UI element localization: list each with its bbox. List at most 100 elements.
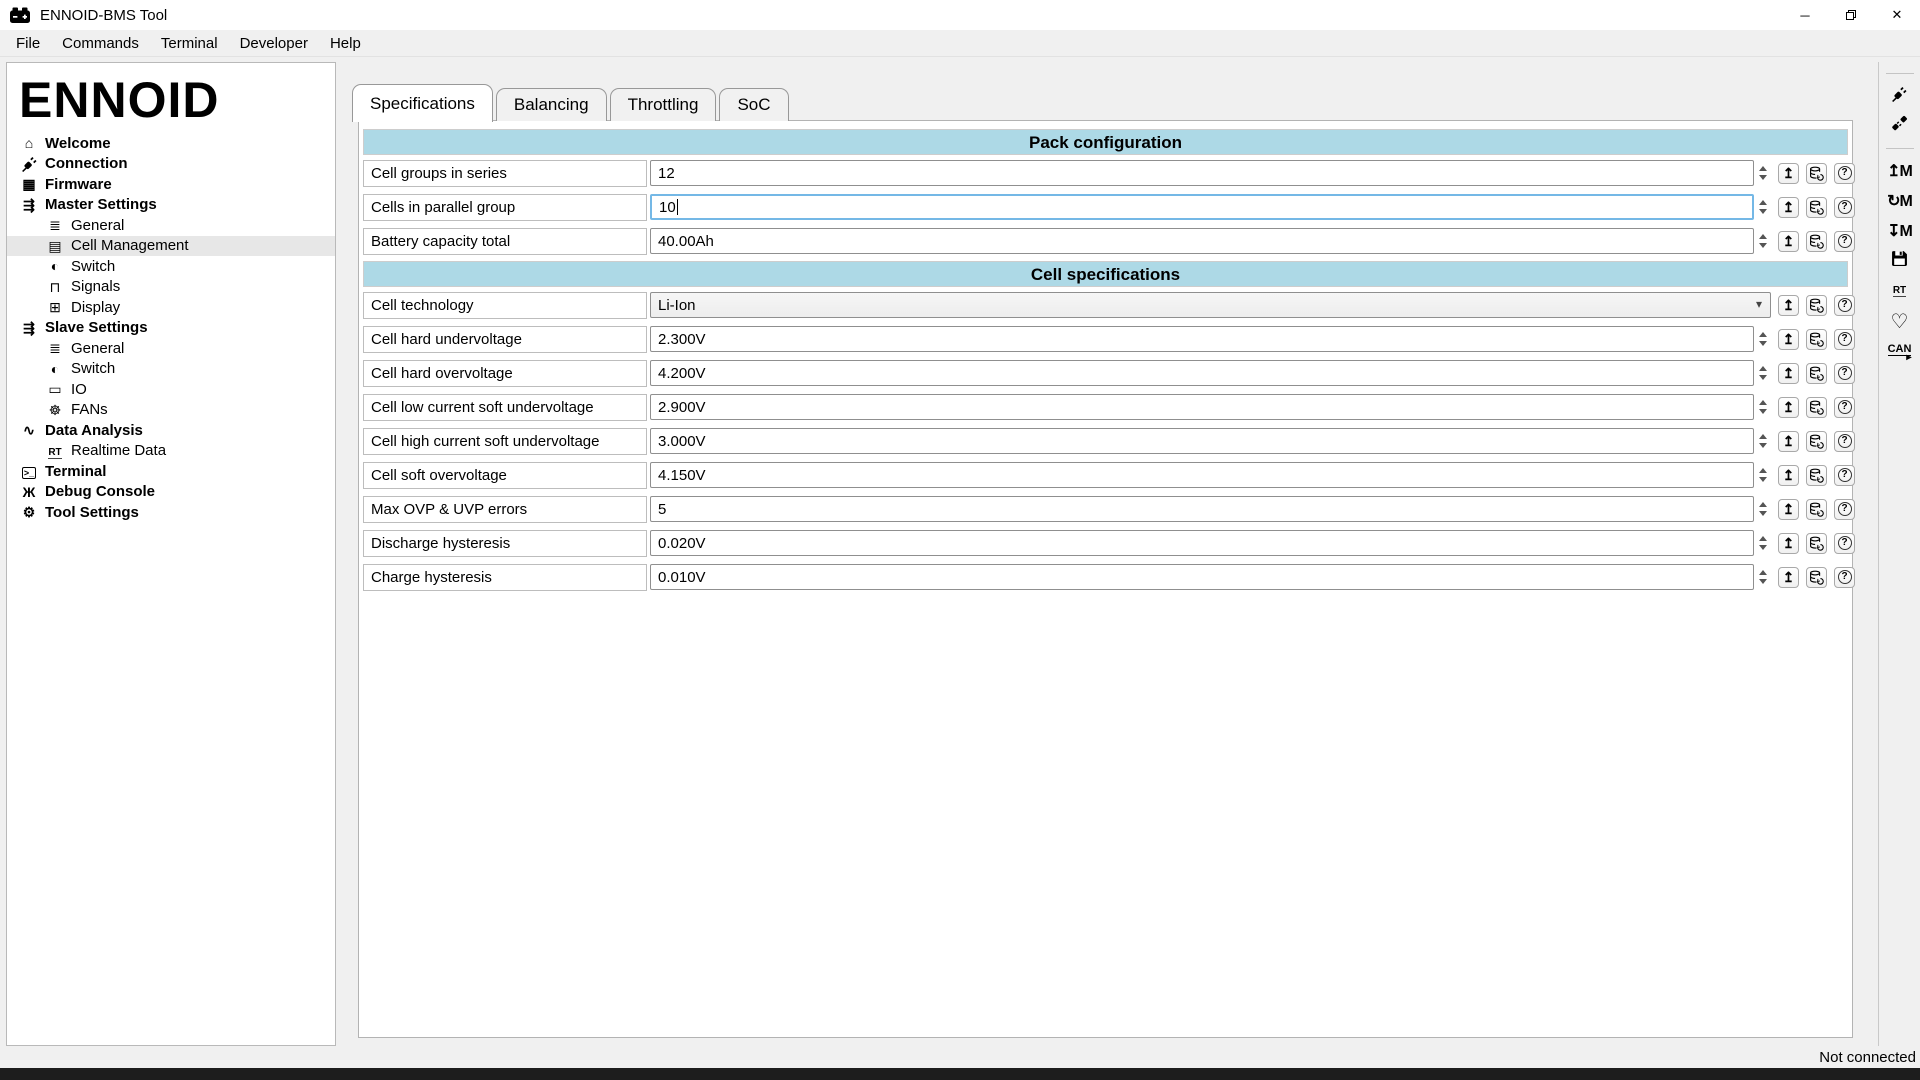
database-refresh-button[interactable] — [1806, 163, 1827, 184]
help-button[interactable]: ? — [1834, 499, 1855, 520]
help-button[interactable]: ? — [1834, 231, 1855, 252]
spin-up-icon[interactable] — [1759, 200, 1767, 205]
sidebar-item-switch[interactable]: ◐Switch — [7, 359, 335, 380]
spin-down-icon[interactable] — [1759, 409, 1767, 414]
database-refresh-button[interactable] — [1806, 363, 1827, 384]
tab-soc[interactable]: SoC — [719, 88, 788, 121]
sidebar-item-debug-console[interactable]: ЖDebug Console — [7, 482, 335, 503]
sidebar-item-connection[interactable]: Connection — [7, 154, 335, 175]
database-refresh-button[interactable] — [1806, 197, 1827, 218]
can-button[interactable]: CAN▸ — [1888, 336, 1912, 366]
minimize-button[interactable]: ─ — [1782, 0, 1828, 30]
spin-up-icon[interactable] — [1759, 400, 1767, 405]
spin-up-icon[interactable] — [1759, 234, 1767, 239]
spinbox-arrows[interactable] — [1754, 530, 1771, 556]
menu-item-file[interactable]: File — [5, 30, 51, 56]
spin-down-icon[interactable] — [1759, 511, 1767, 516]
sidebar-item-firmware[interactable]: ▦Firmware — [7, 174, 335, 195]
sidebar-item-realtime-data[interactable]: RTRealtime Data — [7, 441, 335, 462]
help-button[interactable]: ? — [1834, 431, 1855, 452]
upload-button[interactable]: ↥ — [1778, 567, 1799, 588]
spin-up-icon[interactable] — [1759, 166, 1767, 171]
spin-down-icon[interactable] — [1759, 175, 1767, 180]
spin-down-icon[interactable] — [1759, 477, 1767, 482]
spinbox-arrows[interactable] — [1754, 160, 1771, 186]
setting-input[interactable]: 4.200V — [650, 360, 1754, 386]
favorites-button[interactable]: ♡ — [1891, 306, 1909, 336]
help-button[interactable]: ? — [1834, 295, 1855, 316]
upload-button[interactable]: ↥ — [1778, 197, 1799, 218]
upload-button[interactable]: ↥ — [1778, 231, 1799, 252]
upload-button[interactable]: ↥ — [1778, 465, 1799, 486]
spin-down-icon[interactable] — [1759, 341, 1767, 346]
sidebar-item-data-analysis[interactable]: ∿Data Analysis — [7, 420, 335, 441]
spinbox-arrows[interactable] — [1754, 496, 1771, 522]
sidebar-item-fans[interactable]: ☸FANs — [7, 400, 335, 421]
database-refresh-button[interactable] — [1806, 295, 1827, 316]
sidebar-item-display[interactable]: ⊞Display — [7, 297, 335, 318]
help-button[interactable]: ? — [1834, 329, 1855, 350]
upload-button[interactable]: ↥ — [1778, 163, 1799, 184]
sidebar-item-terminal[interactable]: >_Terminal — [7, 461, 335, 482]
spinbox-arrows[interactable] — [1754, 326, 1771, 352]
setting-input[interactable]: 2.900V — [650, 394, 1754, 420]
setting-input[interactable]: 4.150V — [650, 462, 1754, 488]
sidebar-item-general[interactable]: ≣General — [7, 338, 335, 359]
setting-input[interactable]: 12 — [650, 160, 1754, 186]
sidebar-item-slave-settings[interactable]: ⇶Slave Settings — [7, 318, 335, 339]
sidebar-item-signals[interactable]: ⊓Signals — [7, 277, 335, 298]
spin-up-icon[interactable] — [1759, 502, 1767, 507]
spin-down-icon[interactable] — [1759, 209, 1767, 214]
setting-combobox[interactable]: Li-Ion▾ — [650, 292, 1771, 318]
spinbox-arrows[interactable] — [1754, 564, 1771, 590]
upload-button[interactable]: ↥ — [1778, 533, 1799, 554]
setting-input[interactable]: 0.020V — [650, 530, 1754, 556]
sidebar-item-welcome[interactable]: ⌂Welcome — [7, 133, 335, 154]
spin-up-icon[interactable] — [1759, 366, 1767, 371]
database-refresh-button[interactable] — [1806, 567, 1827, 588]
disconnect-button[interactable] — [1891, 111, 1908, 141]
sidebar-item-io[interactable]: ▭IO — [7, 379, 335, 400]
spin-down-icon[interactable] — [1759, 443, 1767, 448]
setting-input[interactable]: 2.300V — [650, 326, 1754, 352]
help-button[interactable]: ? — [1834, 533, 1855, 554]
connect-button[interactable] — [1891, 81, 1908, 111]
spinbox-arrows[interactable] — [1754, 428, 1771, 454]
realtime-data-button[interactable]: RT — [1893, 276, 1906, 306]
upload-button[interactable]: ↥ — [1778, 397, 1799, 418]
database-refresh-button[interactable] — [1806, 397, 1827, 418]
spin-up-icon[interactable] — [1759, 536, 1767, 541]
sidebar-item-cell-management[interactable]: ▤Cell Management — [7, 236, 335, 257]
restore-button[interactable] — [1828, 0, 1874, 30]
help-button[interactable]: ? — [1834, 465, 1855, 486]
database-refresh-button[interactable] — [1806, 431, 1827, 452]
help-button[interactable]: ? — [1834, 397, 1855, 418]
spin-down-icon[interactable] — [1759, 579, 1767, 584]
help-button[interactable]: ? — [1834, 567, 1855, 588]
spin-up-icon[interactable] — [1759, 434, 1767, 439]
setting-input[interactable]: 40.00Ah — [650, 228, 1754, 254]
database-refresh-button[interactable] — [1806, 499, 1827, 520]
spin-up-icon[interactable] — [1759, 332, 1767, 337]
tab-throttling[interactable]: Throttling — [610, 88, 717, 121]
upload-button[interactable]: ↥ — [1778, 363, 1799, 384]
spin-up-icon[interactable] — [1759, 468, 1767, 473]
spin-down-icon[interactable] — [1759, 545, 1767, 550]
sidebar-item-general[interactable]: ≣General — [7, 215, 335, 236]
help-button[interactable]: ? — [1834, 197, 1855, 218]
database-refresh-button[interactable] — [1806, 231, 1827, 252]
menu-item-commands[interactable]: Commands — [51, 30, 150, 56]
sidebar-item-tool-settings[interactable]: ⚙Tool Settings — [7, 502, 335, 523]
spin-up-icon[interactable] — [1759, 570, 1767, 575]
setting-input[interactable]: 10 — [650, 194, 1754, 220]
tab-balancing[interactable]: Balancing — [496, 88, 607, 121]
database-refresh-button[interactable] — [1806, 533, 1827, 554]
sidebar-item-switch[interactable]: ◐Switch — [7, 256, 335, 277]
upload-button[interactable]: ↥ — [1778, 295, 1799, 316]
read-master-config-button[interactable]: ↥M — [1887, 156, 1912, 186]
spinbox-arrows[interactable] — [1754, 394, 1771, 420]
close-button[interactable]: ✕ — [1874, 0, 1920, 30]
spinbox-arrows[interactable] — [1754, 194, 1771, 220]
menu-item-developer[interactable]: Developer — [229, 30, 319, 56]
spinbox-arrows[interactable] — [1754, 462, 1771, 488]
